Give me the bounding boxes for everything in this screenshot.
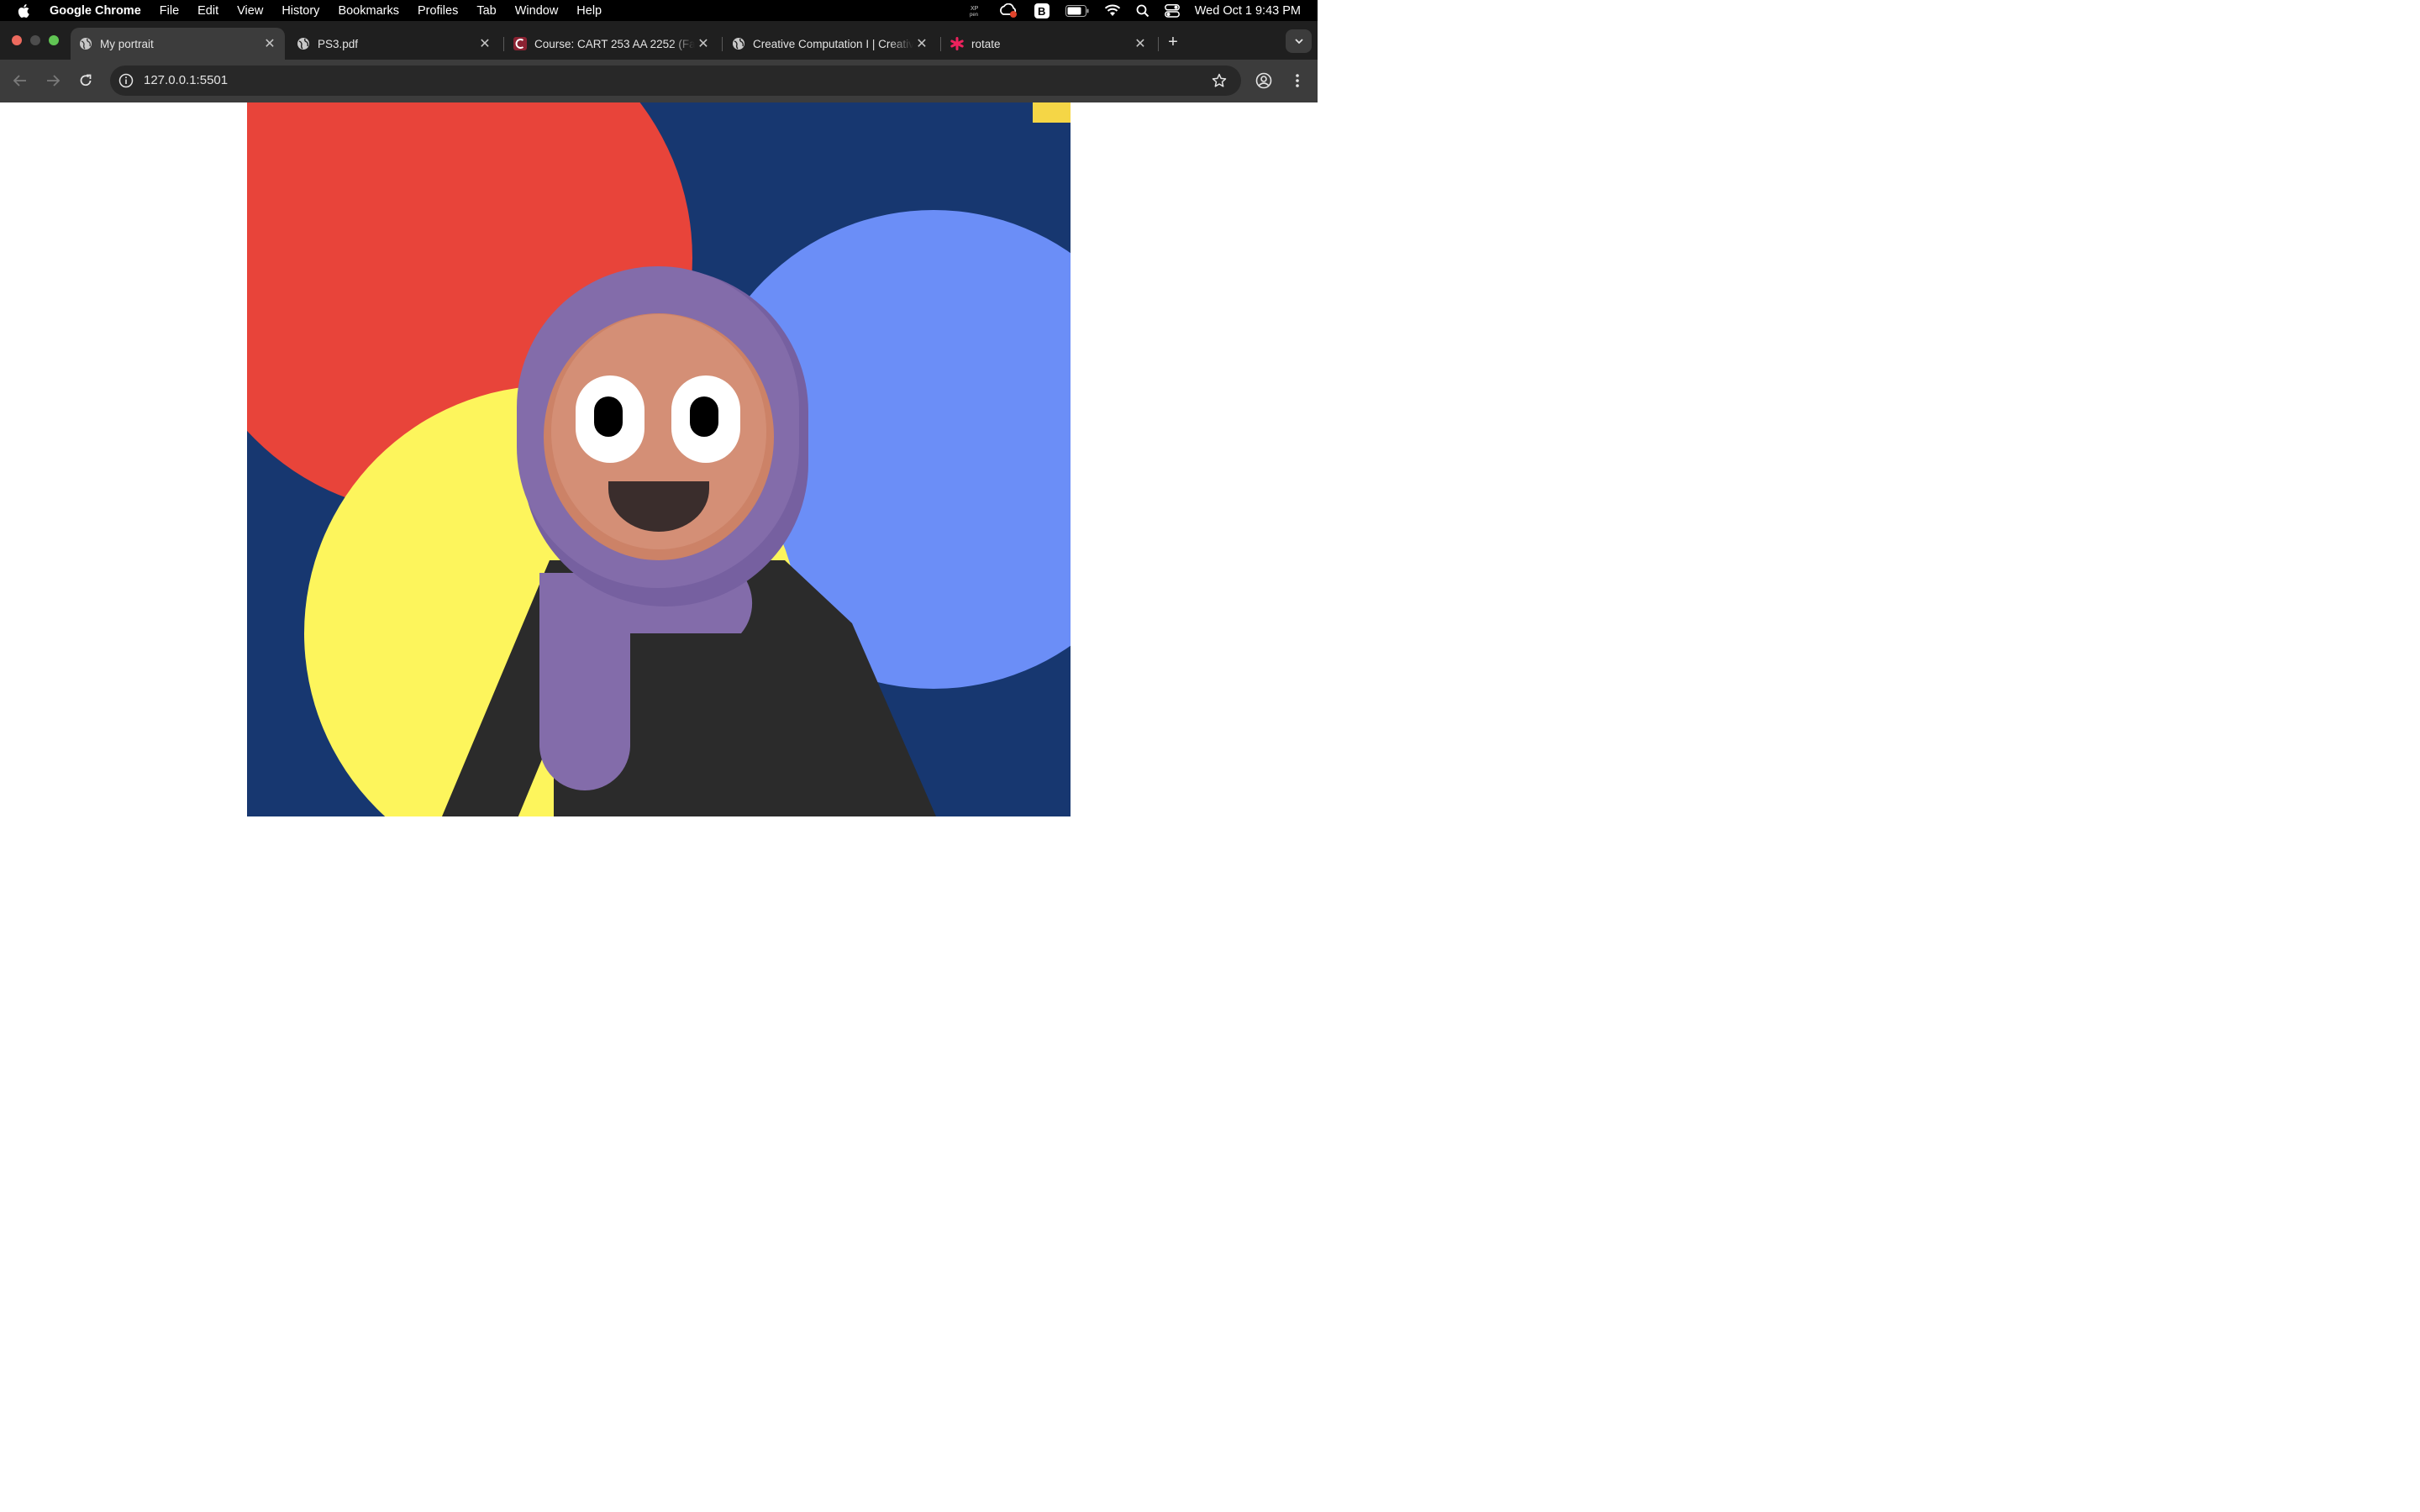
tab-close-icon[interactable]: ✕ [261, 35, 278, 52]
svg-text:B: B [1038, 5, 1045, 18]
spotlight-search-icon[interactable] [1136, 4, 1150, 18]
menu-tab[interactable]: Tab [476, 4, 496, 18]
tab-title: PS3.pdf [318, 37, 359, 50]
window-minimize-button[interactable] [30, 35, 40, 45]
tab-title: Creative Computation I | Creative [753, 37, 913, 50]
portrait-canvas[interactable] [247, 102, 1071, 816]
menu-app-name[interactable]: Google Chrome [50, 4, 141, 18]
window-fullscreen-button[interactable] [49, 35, 59, 45]
xp-pen-icon[interactable]: XP pen [968, 4, 983, 18]
site-info-icon[interactable] [117, 71, 135, 90]
globe-icon [732, 37, 745, 50]
tab-creative-computation[interactable]: Creative Computation I | Creative ✕ [723, 28, 937, 60]
menu-help[interactable]: Help [576, 4, 602, 18]
menu-edit[interactable]: Edit [197, 4, 218, 18]
moodle-icon [513, 37, 527, 50]
tab-separator [503, 37, 504, 51]
kebab-menu-icon[interactable] [1286, 70, 1308, 92]
portrait-drawing [247, 102, 1071, 816]
menu-profiles[interactable]: Profiles [418, 4, 458, 18]
right-pupil [690, 396, 718, 437]
macos-menu-bar: Google Chrome File Edit View History Boo… [0, 0, 1318, 21]
tab-title: rotate [971, 37, 1001, 50]
forward-arrow-icon[interactable] [42, 70, 64, 92]
bitwarden-icon[interactable]: B [1034, 3, 1050, 19]
address-bar[interactable]: 127.0.0.1:5501 [110, 66, 1241, 96]
globe-icon [297, 37, 310, 50]
menu-bar-clock[interactable]: Wed Oct 1 9:43 PM [1195, 4, 1301, 18]
creative-cloud-icon[interactable] [998, 3, 1018, 18]
new-tab-plus-icon[interactable]: + [1163, 32, 1183, 52]
globe-icon [79, 37, 92, 50]
tab-title: My portrait [100, 37, 154, 50]
tab-search-chevron-down-icon[interactable] [1286, 29, 1312, 53]
tab-my-portrait[interactable]: My portrait ✕ [71, 28, 285, 60]
tab-separator [940, 37, 941, 51]
tab-rotate[interactable]: rotate ✕ [942, 28, 1155, 60]
back-arrow-icon[interactable] [9, 70, 31, 92]
tab-ps3-pdf[interactable]: PS3.pdf ✕ [288, 28, 500, 60]
p5-asterisk-icon [950, 37, 964, 50]
svg-text:pen: pen [970, 13, 978, 18]
reload-icon[interactable] [75, 70, 97, 92]
tab-close-icon[interactable]: ✕ [695, 35, 712, 52]
yellow-square [1033, 102, 1071, 123]
window-close-button[interactable] [12, 35, 22, 45]
tab-course-cart-253[interactable]: Course: CART 253 AA 2252 (Fall 2025) ✕ [505, 28, 718, 60]
left-pupil [594, 396, 623, 437]
svg-text:XP: XP [971, 6, 979, 12]
tab-close-icon[interactable]: ✕ [1132, 35, 1149, 52]
tab-close-icon[interactable]: ✕ [913, 35, 930, 52]
profile-avatar-icon[interactable] [1253, 70, 1275, 92]
url-text[interactable]: 127.0.0.1:5501 [144, 66, 228, 96]
bookmark-star-icon[interactable] [1211, 72, 1228, 89]
browser-tab-strip: My portrait ✕ PS3.pdf ✕ Course: CART 253… [0, 21, 1318, 60]
control-center-icon[interactable] [1164, 3, 1180, 18]
tab-title: Course: CART 253 AA 2252 (Fall 2025) [534, 37, 695, 50]
page-viewport [0, 102, 1318, 823]
tab-separator [722, 37, 723, 51]
wifi-icon[interactable] [1104, 4, 1121, 17]
battery-icon[interactable] [1065, 4, 1089, 17]
menu-view[interactable]: View [237, 4, 263, 18]
menu-history[interactable]: History [281, 4, 319, 18]
tab-close-icon[interactable]: ✕ [476, 35, 493, 52]
tab-separator [1158, 37, 1159, 51]
menu-window[interactable]: Window [515, 4, 559, 18]
browser-toolbar: 127.0.0.1:5501 [0, 60, 1318, 102]
menu-file[interactable]: File [160, 4, 179, 18]
apple-logo-icon[interactable] [17, 3, 32, 18]
menu-bookmarks[interactable]: Bookmarks [338, 4, 399, 18]
